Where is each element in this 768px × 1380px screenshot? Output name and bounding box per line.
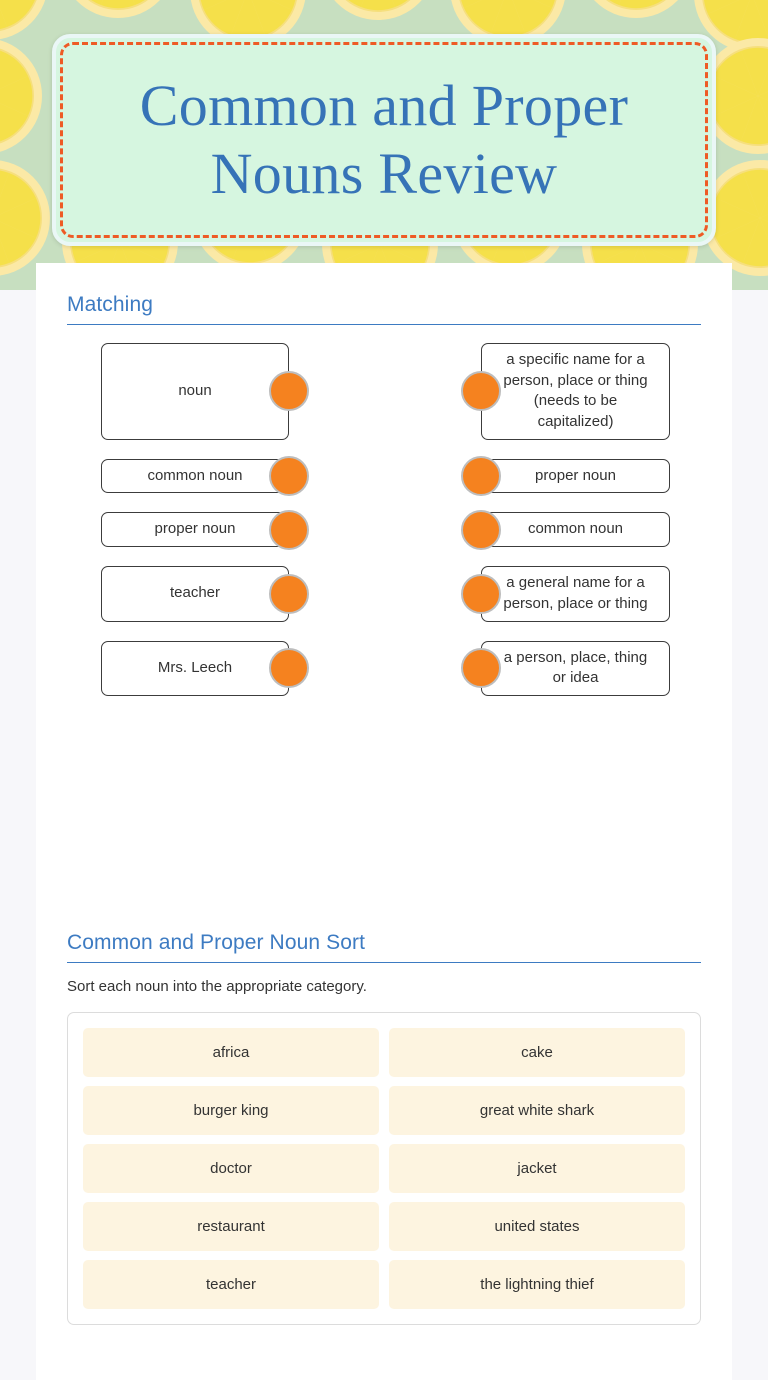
matching-definition-label: a specific name for a person, place or t… [503, 351, 648, 431]
matching-term-label: teacher [169, 584, 221, 602]
matching-definition-box[interactable]: a specific name for a person, place or t… [461, 343, 670, 440]
matching-definition-label: proper noun [535, 466, 616, 484]
matching-row: common noun proper noun [67, 456, 701, 497]
matching-row: teacher a general name for a person, pla… [67, 566, 701, 622]
matching-connector-dot-icon[interactable] [269, 456, 309, 497]
sort-word-tile[interactable]: great white shark [389, 1086, 685, 1135]
matching-connector-dot-icon[interactable] [461, 371, 501, 412]
matching-definition-box[interactable]: a person, place, thing or idea [461, 640, 670, 696]
sort-word-tile[interactable]: united states [389, 1202, 685, 1251]
sort-word-tile[interactable]: the lightning thief [389, 1260, 685, 1309]
matching-definition-label: a person, place, thing or idea [503, 648, 648, 687]
matching-row: proper noun common noun [67, 509, 701, 550]
matching-definition-label: a general name for a person, place or th… [503, 574, 648, 612]
sort-word-tile[interactable]: restaurant [83, 1202, 379, 1251]
matching-connector-dot-icon[interactable] [461, 648, 501, 689]
matching-definition-box[interactable]: common noun [461, 509, 670, 550]
sort-word-tile[interactable]: burger king [83, 1086, 379, 1135]
sort-section-divider [67, 962, 701, 963]
matching-definition-label: common noun [527, 520, 624, 538]
matching-row: Mrs. Leech a person, place, thing or ide… [67, 640, 701, 696]
sort-word-tile[interactable]: doctor [83, 1144, 379, 1193]
matching-term-label: common noun [147, 466, 243, 484]
sort-word-tile[interactable]: cake [389, 1028, 685, 1077]
sort-word-tile[interactable]: teacher [83, 1260, 379, 1309]
matching-rows: noun a specific name for a person, place… [67, 343, 701, 696]
worksheet-title-card: Common and Proper Nouns Review [52, 34, 716, 246]
matching-connector-dot-icon[interactable] [269, 371, 309, 412]
matching-connector-dot-icon[interactable] [269, 509, 309, 550]
matching-connector-dot-icon[interactable] [461, 456, 501, 497]
matching-connector-dot-icon[interactable] [461, 509, 501, 550]
header-banner: Common and Proper Nouns Review [0, 0, 768, 290]
matching-row: noun a specific name for a person, place… [67, 343, 701, 440]
worksheet-sheet: Matching noun a specific name for a pers… [36, 263, 732, 1380]
worksheet-title-dashed-frame: Common and Proper Nouns Review [60, 42, 708, 238]
matching-term-box[interactable]: noun [101, 343, 309, 440]
sort-word-bank: africa cake burger king great white shar… [67, 1012, 701, 1325]
sort-section-heading: Common and Proper Noun Sort [67, 931, 366, 954]
sort-word-tile[interactable]: jacket [389, 1144, 685, 1193]
sort-word-tile[interactable]: africa [83, 1028, 379, 1077]
matching-term-box[interactable]: Mrs. Leech [101, 640, 309, 696]
matching-section: Matching noun a specific name for a pers… [67, 293, 701, 715]
matching-term-label: proper noun [154, 520, 236, 538]
matching-term-box[interactable]: proper noun [101, 509, 309, 550]
matching-section-heading: Matching [67, 293, 154, 316]
matching-term-label: Mrs. Leech [157, 658, 233, 676]
page-title: Common and Proper Nouns Review [139, 72, 629, 206]
matching-term-box[interactable]: teacher [101, 566, 309, 622]
matching-section-divider [67, 324, 701, 325]
matching-definition-box[interactable]: proper noun [461, 456, 670, 497]
matching-term-box[interactable]: common noun [101, 456, 309, 497]
matching-connector-dot-icon[interactable] [461, 573, 501, 614]
matching-term-label: noun [178, 382, 212, 400]
matching-connector-dot-icon[interactable] [269, 573, 309, 614]
sort-word-grid: africa cake burger king great white shar… [83, 1028, 685, 1309]
sort-section: Common and Proper Noun Sort Sort each no… [67, 931, 701, 1325]
matching-connector-dot-icon[interactable] [269, 648, 309, 689]
sort-instructions: Sort each noun into the appropriate cate… [67, 978, 367, 995]
matching-definition-box[interactable]: a general name for a person, place or th… [461, 566, 670, 622]
